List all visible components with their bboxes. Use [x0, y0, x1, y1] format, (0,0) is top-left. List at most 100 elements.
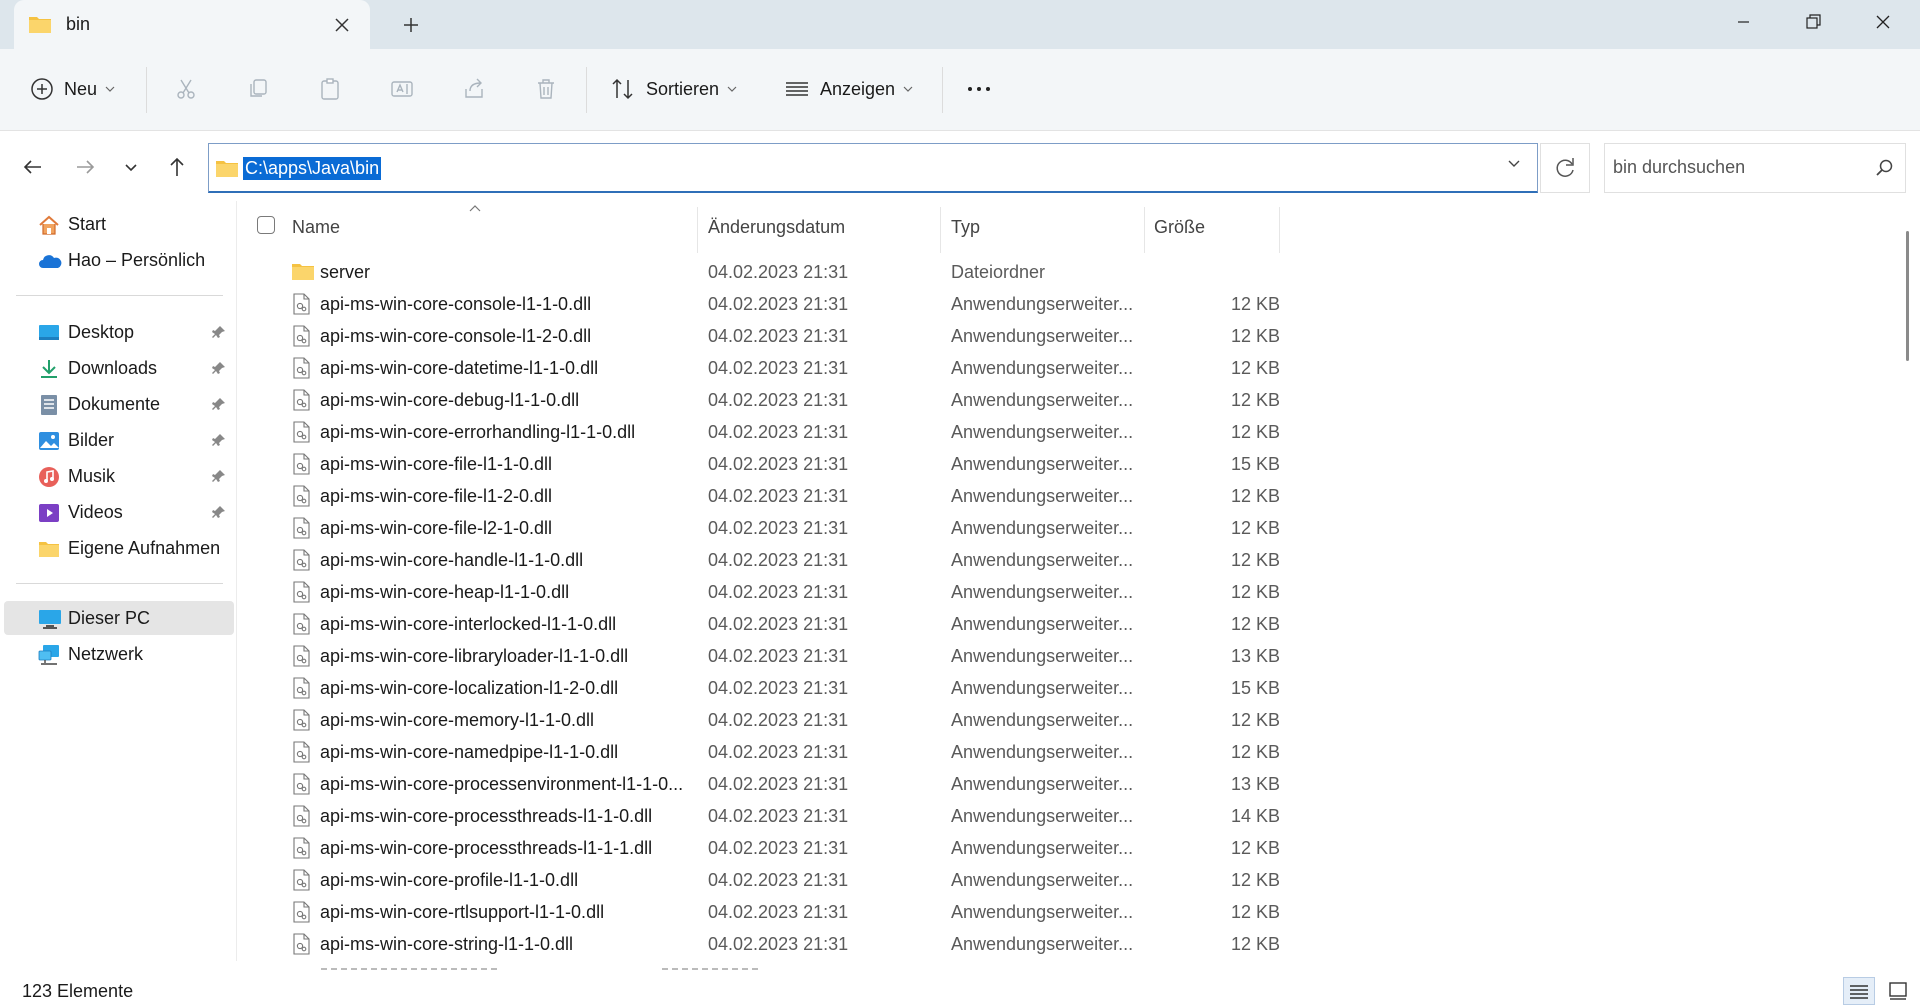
select-all-checkbox[interactable]	[257, 216, 275, 234]
file-name: api-ms-win-core-memory-l1-1-0.dll	[320, 710, 595, 730]
pin-icon[interactable]	[212, 505, 226, 519]
refresh-button[interactable]	[1540, 143, 1590, 193]
file-size: 12 KB	[1230, 486, 1280, 506]
forward-button[interactable]	[71, 153, 99, 181]
file-row[interactable]: server 04.02.2023 21:31 Dateiordner	[237, 256, 1287, 288]
restore-button[interactable]	[1790, 8, 1836, 36]
file-row[interactable]: api-ms-win-core-debug-l1-1-0.dll 04.02.20…	[237, 384, 1287, 416]
pin-icon[interactable]	[212, 469, 226, 483]
column-header-size[interactable]: Größe	[1154, 217, 1205, 238]
sidebar-item-downloads[interactable]: Downloads	[4, 351, 234, 385]
copy-button[interactable]	[246, 69, 270, 109]
file-row[interactable]: api-ms-win-core-console-l1-1-0.dll 04.02.…	[237, 288, 1287, 320]
file-row[interactable]: api-ms-win-core-memory-l1-1-0.dll 04.02.2…	[237, 704, 1287, 736]
address-bar[interactable]: C:\apps\Java\bin	[208, 143, 1538, 193]
more-options-button[interactable]	[966, 69, 992, 109]
column-divider[interactable]	[1144, 207, 1145, 253]
pin-icon[interactable]	[212, 433, 226, 447]
file-row[interactable]: api-ms-win-core-rtlsupport-l1-1-0.dll 04.…	[237, 896, 1287, 928]
file-row[interactable]: api-ms-win-core-file-l1-2-0.dll 04.02.202…	[237, 480, 1287, 512]
file-row[interactable]: api-ms-win-core-errorhandling-l1-1-0.dll…	[237, 416, 1287, 448]
music-icon	[38, 466, 60, 488]
sidebar-item-pictures[interactable]: Bilder	[4, 423, 234, 457]
pin-icon[interactable]	[212, 397, 226, 411]
address-path[interactable]: C:\apps\Java\bin	[243, 157, 382, 180]
column-header-name[interactable]: Name	[292, 217, 340, 238]
column-divider[interactable]	[697, 207, 698, 253]
close-tab-icon[interactable]	[330, 13, 354, 37]
file-date: 04.02.2023 21:31	[708, 806, 849, 826]
sidebar-item-network[interactable]: Netzwerk	[4, 637, 234, 671]
sidebar-item-desktop[interactable]: Desktop	[4, 315, 234, 349]
file-row[interactable]: api-ms-win-core-namedpipe-l1-1-0.dll 04.0…	[237, 736, 1287, 768]
close-window-button[interactable]	[1860, 8, 1906, 36]
file-row[interactable]: api-ms-win-core-interlocked-l1-1-0.dll 04…	[237, 608, 1287, 640]
sidebar-item-label: Hao – Persönlich	[68, 250, 206, 270]
back-button[interactable]	[19, 153, 47, 181]
up-button[interactable]	[163, 153, 191, 181]
file-row[interactable]: api-ms-win-core-datetime-l1-1-0.dll 04.02…	[237, 352, 1287, 384]
column-divider[interactable]	[1279, 207, 1280, 253]
onedrive-icon	[38, 250, 62, 272]
file-row[interactable]: api-ms-win-core-processthreads-l1-1-1.dl…	[237, 832, 1287, 864]
minimize-button[interactable]	[1720, 8, 1766, 36]
file-row[interactable]: api-ms-win-core-file-l2-1-0.dll 04.02.202…	[237, 512, 1287, 544]
separator	[942, 67, 943, 113]
recent-locations-button[interactable]	[117, 153, 145, 181]
dll-file-icon	[291, 645, 311, 667]
delete-button[interactable]	[534, 69, 558, 109]
sidebar-item-this-pc[interactable]: Dieser PC	[4, 601, 234, 635]
file-row[interactable]: api-ms-win-core-libraryloader-l1-1-0.dll…	[237, 640, 1287, 672]
tiles-view-button[interactable]	[1882, 977, 1914, 1005]
sort-button[interactable]: Sortieren	[610, 69, 737, 109]
sidebar-item-documents[interactable]: Dokumente	[4, 387, 234, 421]
search-input[interactable]	[1611, 156, 1865, 179]
command-bar: Neu Sortieren Anzeigen	[0, 49, 1920, 131]
sidebar-item-videos[interactable]: Videos	[4, 495, 234, 529]
column-header-date[interactable]: Änderungsdatum	[708, 217, 845, 238]
new-tab-button[interactable]	[397, 11, 425, 39]
separator	[146, 67, 147, 113]
file-date: 04.02.2023 21:31	[708, 710, 849, 730]
sidebar-item-start[interactable]: Start	[4, 207, 234, 241]
details-view-button[interactable]	[1843, 977, 1875, 1005]
pin-icon[interactable]	[212, 325, 226, 339]
file-row[interactable]: api-ms-win-core-file-l1-1-0.dll 04.02.202…	[237, 448, 1287, 480]
file-row[interactable]: api-ms-win-core-heap-l1-1-0.dll 04.02.202…	[237, 576, 1287, 608]
new-button[interactable]: Neu	[30, 69, 115, 109]
sidebar-item-onedrive[interactable]: Hao – Persönlich	[4, 243, 234, 277]
cut-button[interactable]	[174, 69, 198, 109]
file-size: 12 KB	[1230, 390, 1280, 410]
chevron-down-icon[interactable]	[1507, 159, 1521, 169]
dll-file-icon	[291, 933, 311, 955]
file-row[interactable]: api-ms-win-core-processenvironment-l1-1-…	[237, 768, 1287, 800]
search-icon[interactable]	[1875, 158, 1895, 178]
file-type: Anwendungserweiter...	[951, 326, 1134, 346]
sidebar-item-label: Eigene Aufnahmen	[68, 538, 221, 558]
share-button[interactable]	[462, 69, 486, 109]
file-row[interactable]: api-ms-win-core-profile-l1-1-0.dll 04.02.…	[237, 864, 1287, 896]
file-size: 12 KB	[1230, 710, 1280, 730]
file-row[interactable]: api-ms-win-core-string-l1-1-0.dll 04.02.2…	[237, 928, 1287, 960]
search-box[interactable]	[1604, 143, 1906, 193]
column-divider[interactable]	[940, 207, 941, 253]
new-label: Neu	[64, 78, 98, 99]
file-row[interactable]: api-ms-win-core-processthreads-l1-1-0.dl…	[237, 800, 1287, 832]
paste-button[interactable]	[318, 69, 342, 109]
file-date: 04.02.2023 21:31	[708, 390, 849, 410]
file-size: 12 KB	[1230, 358, 1280, 378]
rename-button[interactable]	[390, 69, 414, 109]
file-row[interactable]: api-ms-win-core-console-l1-2-0.dll 04.02.…	[237, 320, 1287, 352]
column-header-type[interactable]: Typ	[951, 217, 980, 238]
file-row[interactable]: api-ms-win-core-handle-l1-1-0.dll 04.02.2…	[237, 544, 1287, 576]
file-type: Anwendungserweiter...	[951, 518, 1134, 538]
view-button[interactable]: Anzeigen	[784, 69, 913, 109]
file-row[interactable]: api-ms-win-core-localization-l1-2-0.dll 0…	[237, 672, 1287, 704]
sidebar-item-eigene-aufnahmen[interactable]: Eigene Aufnahmen	[4, 531, 234, 565]
pin-icon[interactable]	[212, 361, 226, 375]
tab-bin[interactable]: bin	[14, 0, 370, 49]
vertical-scrollbar[interactable]	[1900, 201, 1914, 971]
file-type: Anwendungserweiter...	[951, 742, 1134, 762]
scrollbar-thumb[interactable]	[1906, 231, 1909, 361]
sidebar-item-music[interactable]: Musik	[4, 459, 234, 493]
